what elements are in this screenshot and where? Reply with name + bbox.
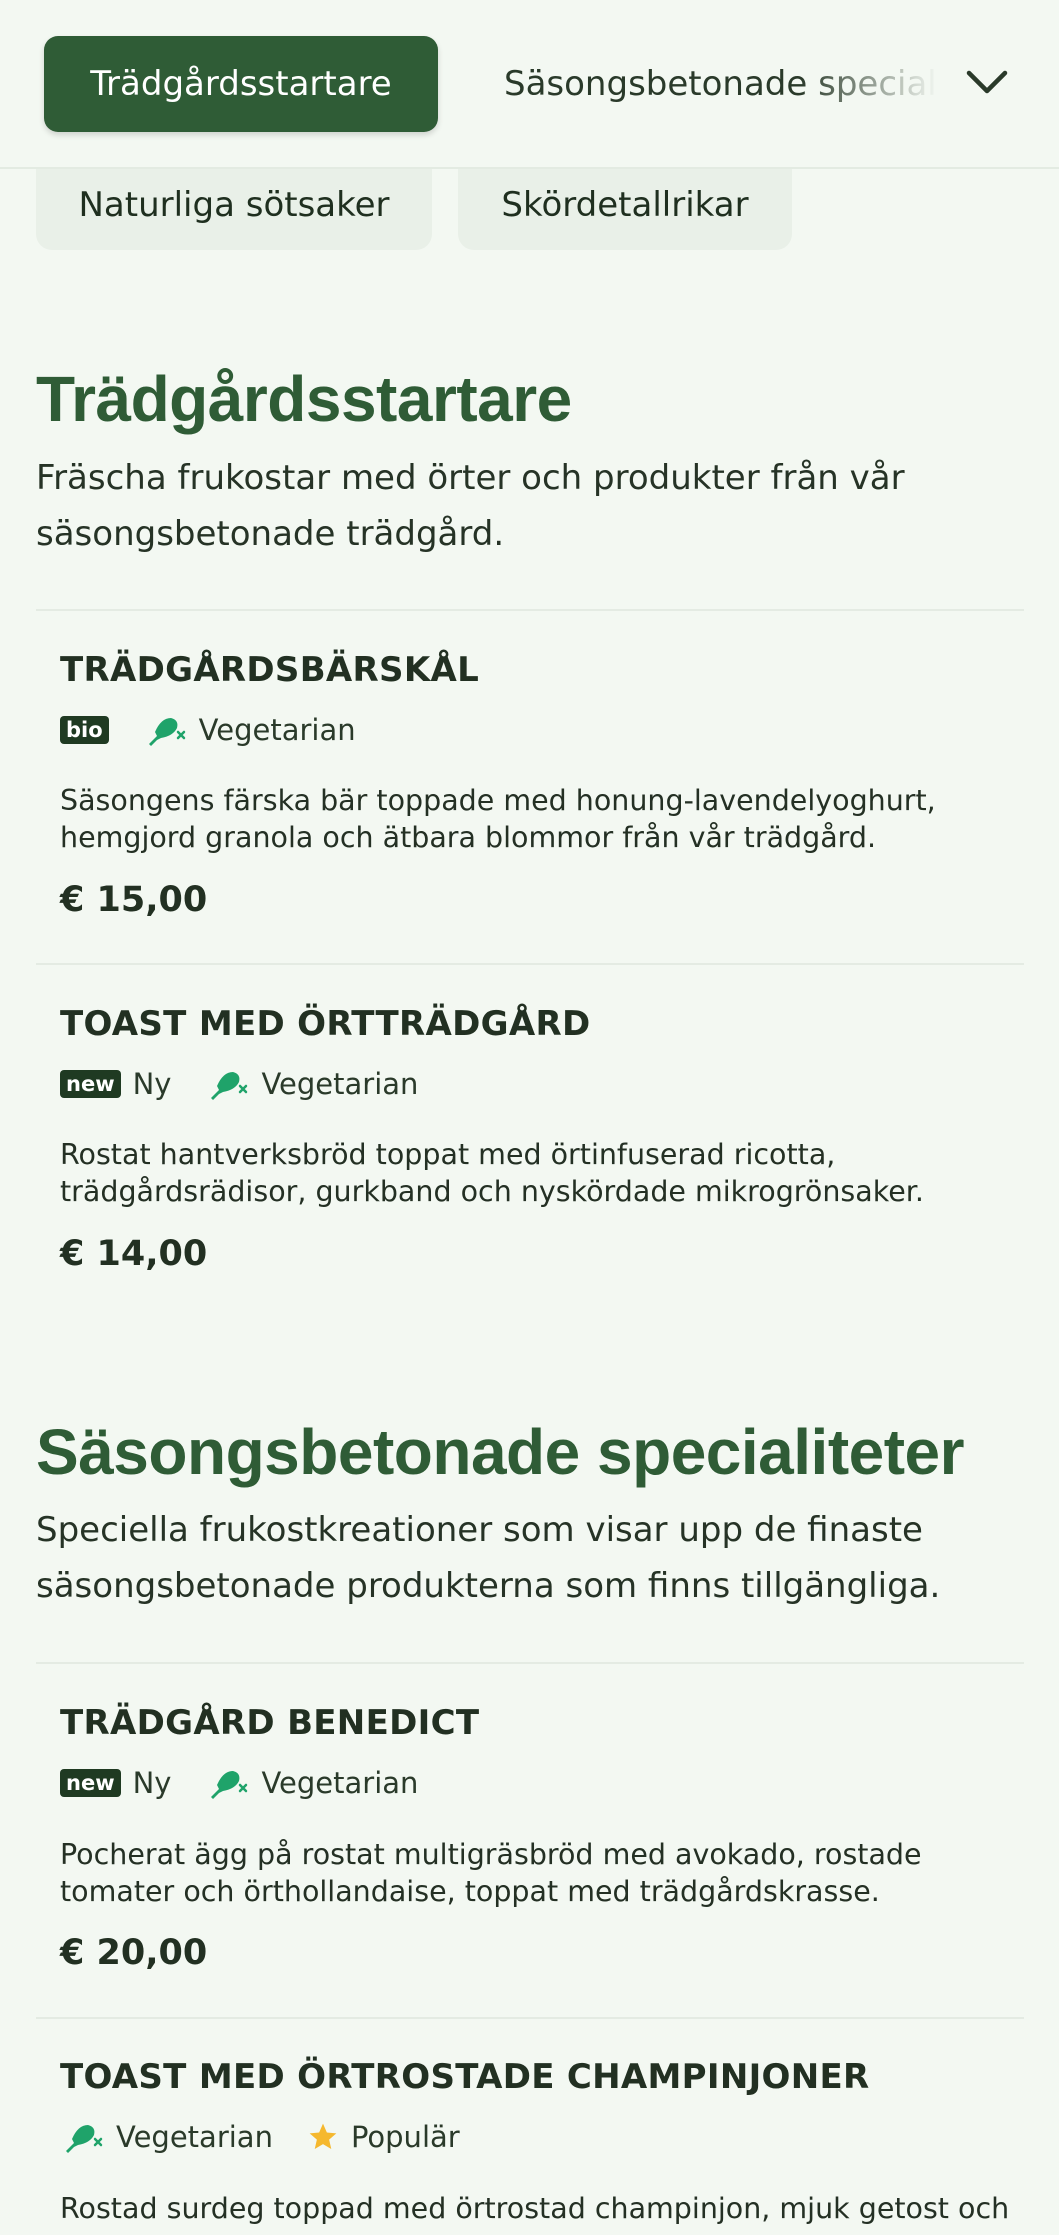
menu-item-price: € 14,00 — [60, 1234, 208, 1274]
drumstick-crossed-icon — [211, 1771, 248, 1799]
new-badge: new — [60, 1769, 121, 1797]
divider — [36, 963, 1024, 965]
divider — [36, 2017, 1024, 2019]
item-tags: new Ny Vegetarian — [60, 1064, 418, 1104]
menu-item-name: TRÄDGÅRD BENEDICT — [60, 1703, 480, 1743]
menu-item-name: TOAST MED ÖRTTRÄDGÅRD — [60, 1004, 591, 1044]
star-icon — [309, 2123, 337, 2149]
vegetarian-label: Vegetarian — [198, 713, 356, 747]
vegetarian-label: Vegetarian — [261, 1067, 419, 1101]
tab-sasongsbetonade[interactable]: Säsongsbetonade specialiteter — [478, 36, 938, 132]
vegetarian-label: Vegetarian — [116, 2120, 273, 2154]
vegetarian-label: Vegetarian — [261, 1766, 419, 1800]
new-label: Ny — [132, 1067, 172, 1101]
menu-item-description: Rostad surdeg toppad med örtrostad champ… — [60, 2192, 1010, 2225]
section-description: Speciella frukostkreationer som visar up… — [36, 1510, 941, 1606]
new-label: Ny — [132, 1766, 172, 1800]
bio-badge: bio — [60, 716, 109, 744]
section-title: Säsongsbetonade specialiteter — [36, 1416, 965, 1488]
divider — [36, 609, 1024, 611]
tab-tradgardsstartare[interactable]: Trädgårdsstartare — [44, 36, 438, 132]
tab-naturliga-sotsaker[interactable]: Naturliga sötsaker — [36, 160, 432, 250]
menu-item-price: € 20,00 — [60, 1933, 208, 1973]
menu-item-price: € 15,00 — [60, 880, 208, 920]
menu-item-description: Rostat hantverksbröd toppat med örtinfus… — [60, 1138, 924, 1208]
drumstick-crossed-icon — [211, 1072, 248, 1100]
section-description: Fräscha frukostar med örter och produkte… — [36, 458, 905, 554]
category-nav: Trädgårdsstartare Säsongsbetonade specia… — [0, 0, 1059, 169]
menu-item-description: Pocherat ägg på rostat multigräsbröd med… — [60, 1838, 922, 1908]
tab-scroller[interactable]: Säsongsbetonade specialiteter — [478, 36, 938, 132]
drumstick-crossed-icon — [148, 718, 185, 746]
menu-item-name: TRÄDGÅRDSBÄRSKÅL — [60, 650, 480, 690]
item-tags: new Ny Vegetarian — [60, 1763, 418, 1803]
new-badge: new — [60, 1070, 121, 1098]
menu-item-name: TOAST MED ÖRTROSTADE CHAMPINJONER — [60, 2057, 870, 2097]
item-tags: Vegetarian Populär — [60, 2117, 460, 2157]
chevron-down-icon — [966, 70, 1008, 94]
section-title: Trädgårdsstartare — [36, 363, 572, 435]
divider — [36, 1662, 1024, 1664]
tab-skordetallrikar[interactable]: Skördetallrikar — [458, 160, 792, 250]
drumstick-crossed-icon — [66, 2125, 103, 2153]
item-tags: bio Vegetarian — [60, 710, 356, 750]
expand-tabs-button[interactable] — [950, 40, 1024, 126]
popular-label: Populär — [350, 2120, 460, 2154]
menu-item-description: Säsongens färska bär toppade med honung-… — [60, 784, 936, 854]
